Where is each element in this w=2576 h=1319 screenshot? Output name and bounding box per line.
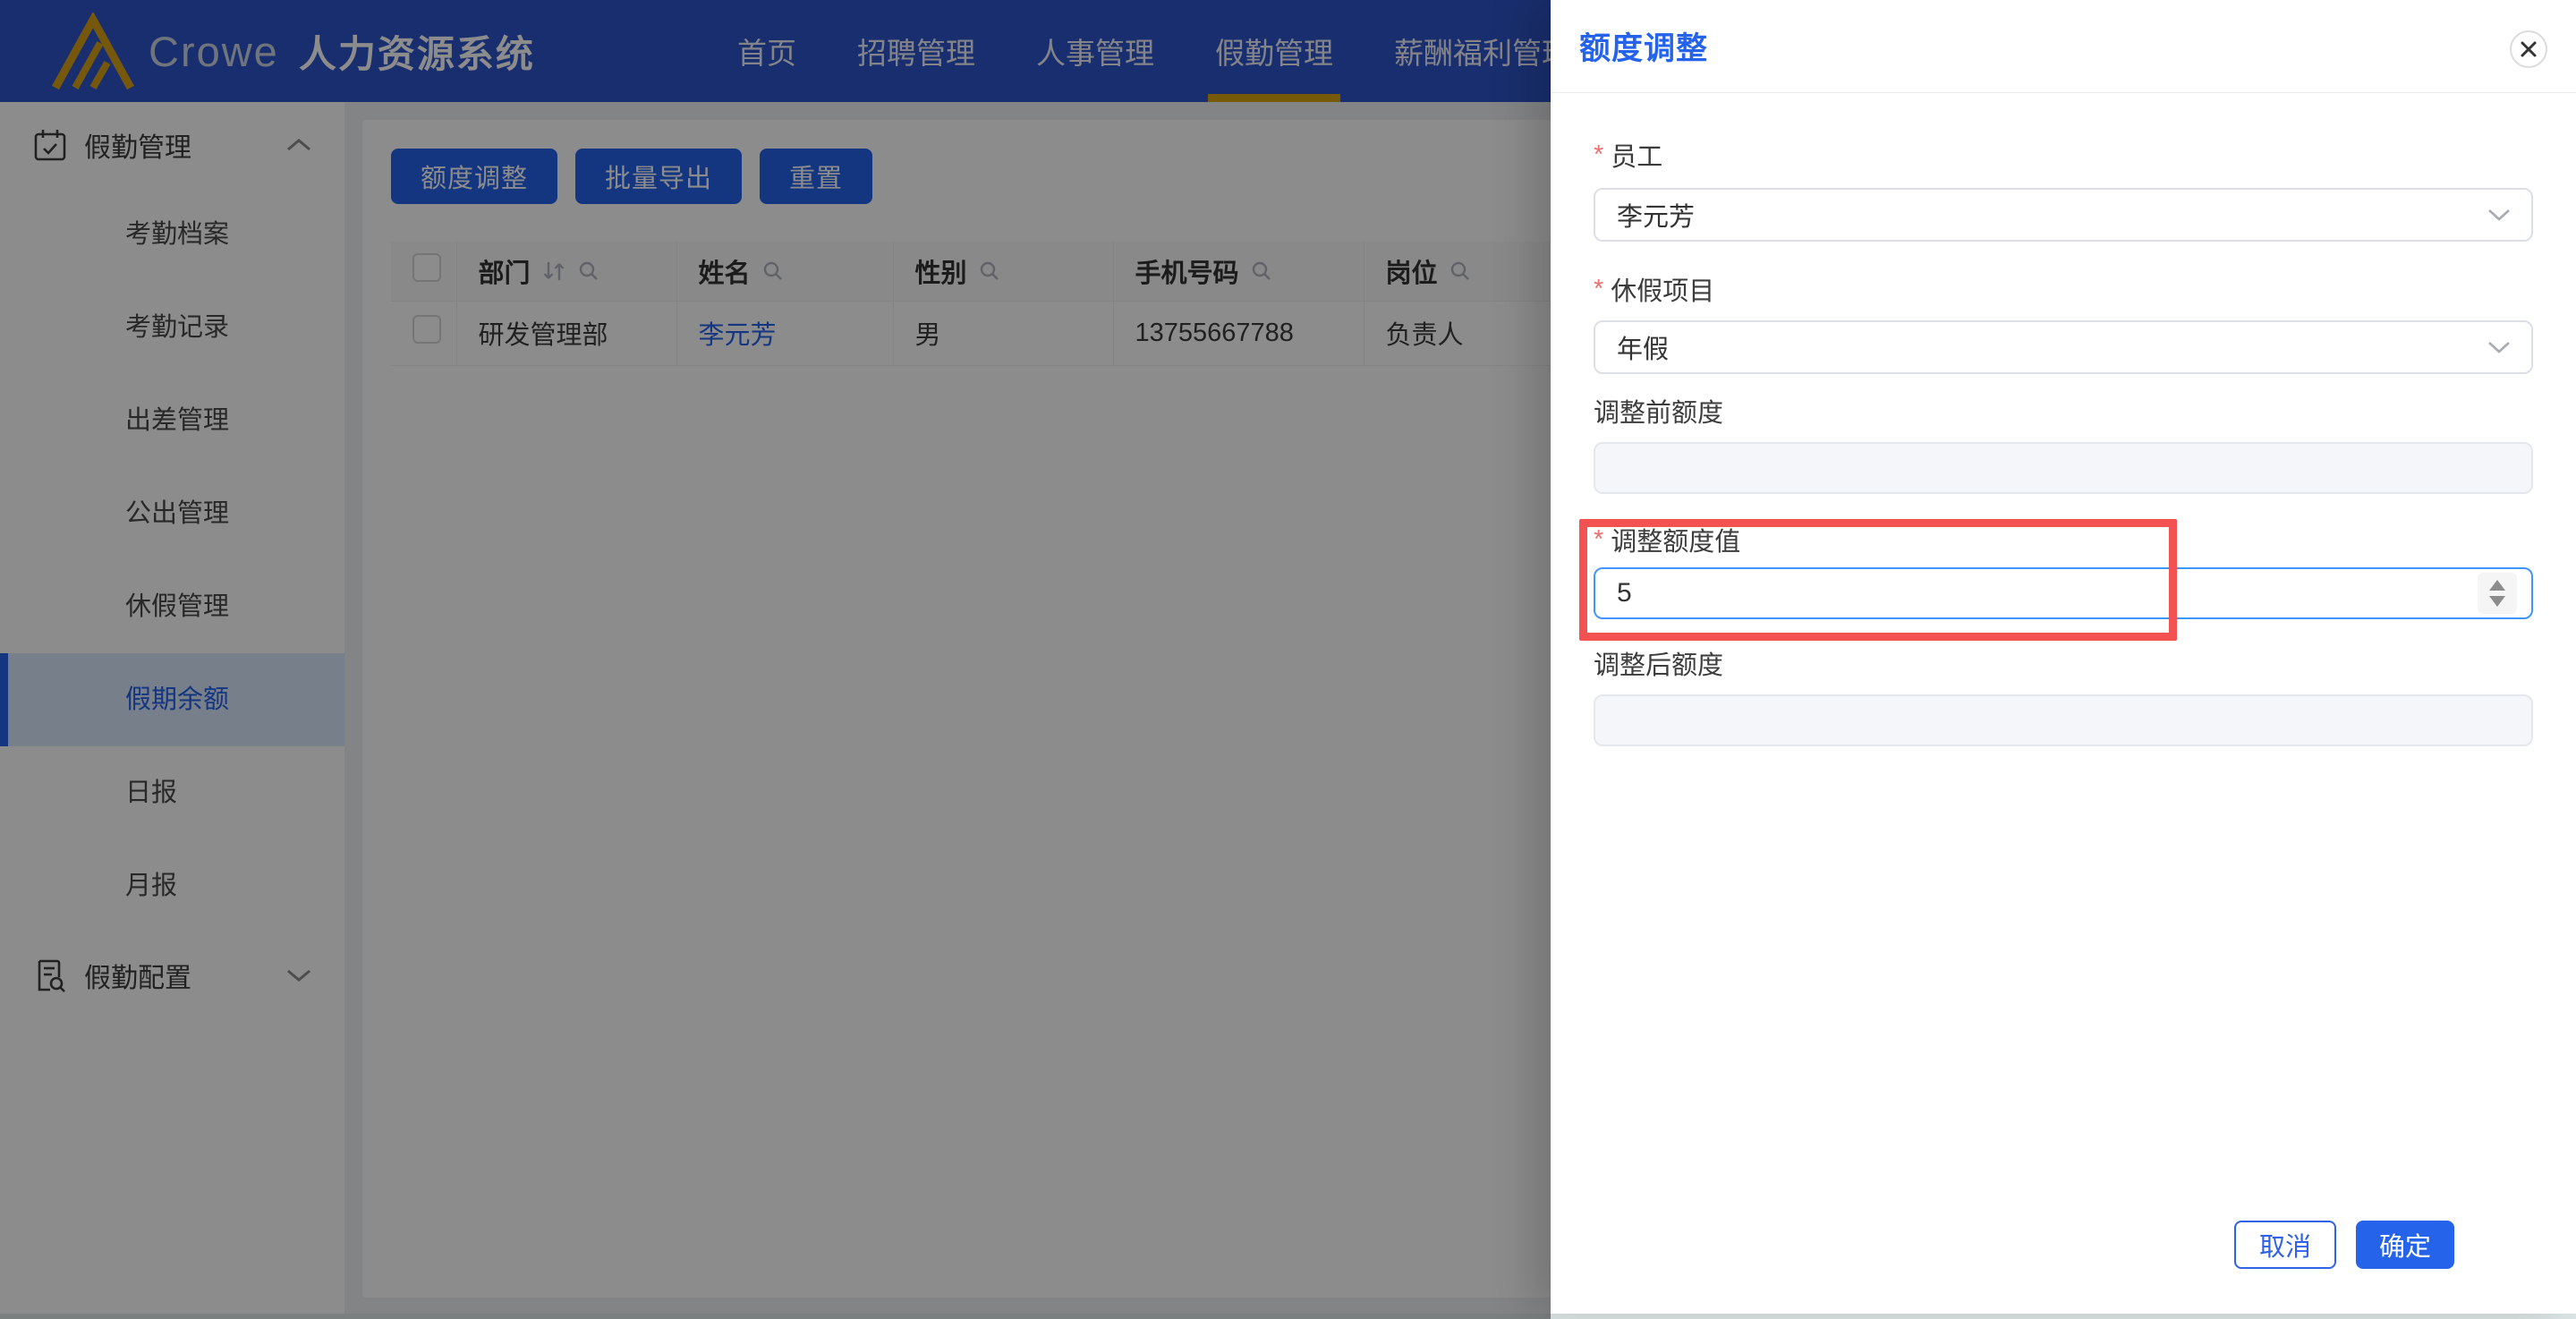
drawer-body: * 员工 李元芳 * 休假项目 年假 [1551,140,2576,746]
application-window: Crowe 人力资源系统 首页 招聘管理 人事管理 假勤管理 薪酬福利管理 假勤… [0,0,2576,1319]
required-asterisk: * [1594,275,1603,304]
close-icon[interactable] [2510,30,2547,68]
number-stepper[interactable] [2478,573,2517,614]
cancel-button[interactable]: 取消 [2234,1221,2336,1269]
employee-select-value: 李元芳 [1617,196,1695,234]
field-label-quota-before: 调整前额度 [1594,396,2533,426]
field-label-adjust-value: * 调整额度值 [1594,524,2533,555]
quota-after-input [1594,694,2533,746]
drawer-mask[interactable] [0,0,1551,1319]
field-label-employee: * 员工 [1594,140,2533,170]
required-asterisk: * [1594,525,1603,555]
field-label-leave-type: * 休假项目 [1594,274,2533,304]
quota-before-input [1594,442,2533,494]
quota-adjust-drawer: 额度调整 * 员工 李元芳 [1551,0,2576,1314]
confirm-button[interactable]: 确定 [2356,1221,2454,1269]
chevron-down-icon [2487,208,2512,222]
adjust-value-number-input[interactable]: 5 [1594,567,2533,619]
field-label-quota-after: 调整后额度 [1594,648,2533,678]
leave-type-select-value: 年假 [1617,328,1669,366]
adjust-value: 5 [1617,578,1632,608]
chevron-down-icon [2487,340,2512,354]
drawer-header: 额度调整 [1551,0,2576,93]
stepper-up-icon[interactable] [2489,580,2505,591]
drawer-footer: 取消 确定 [2234,1221,2454,1269]
required-asterisk: * [1594,140,1603,170]
leave-type-select[interactable]: 年假 [1594,320,2533,374]
employee-select[interactable]: 李元芳 [1594,188,2533,242]
stepper-down-icon[interactable] [2489,596,2505,607]
drawer-title: 额度调整 [1579,23,1708,69]
